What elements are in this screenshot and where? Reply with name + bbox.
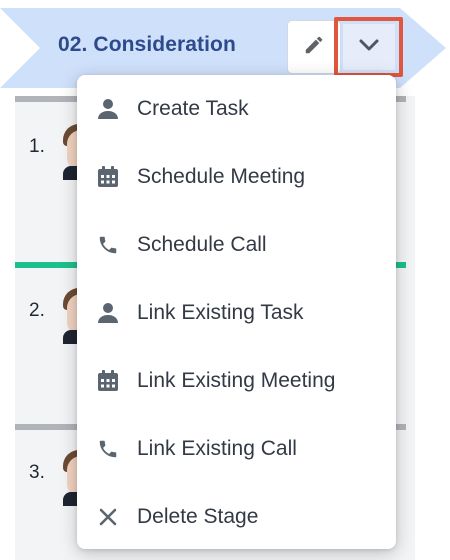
menu-item-label: Link Existing Meeting <box>137 369 336 392</box>
menu-item-label: Link Existing Task <box>137 301 304 324</box>
card-number: 1. <box>29 136 45 157</box>
menu-item-create-task[interactable]: Create Task <box>77 75 396 143</box>
menu-item-label: Schedule Call <box>137 233 267 256</box>
pencil-icon <box>303 34 325 61</box>
menu-item-link-existing-call[interactable]: Link Existing Call <box>77 415 396 483</box>
menu-item-link-existing-task[interactable]: Link Existing Task <box>77 279 396 347</box>
calendar-icon <box>77 347 137 415</box>
calendar-icon <box>77 143 137 211</box>
close-icon <box>77 483 137 551</box>
card-number: 2. <box>29 300 45 321</box>
chevron-down-icon <box>358 38 380 57</box>
edit-stage-button[interactable] <box>287 20 341 74</box>
menu-item-label: Schedule Meeting <box>137 165 306 188</box>
person-icon <box>77 279 137 347</box>
card-number: 3. <box>29 462 45 483</box>
person-icon <box>77 75 137 143</box>
stage-dropdown-button[interactable] <box>334 17 403 77</box>
phone-icon <box>77 211 137 279</box>
menu-item-schedule-meeting[interactable]: Schedule Meeting <box>77 143 396 211</box>
menu-item-delete-stage[interactable]: Delete Stage <box>77 483 396 551</box>
stage-title: 02. Consideration <box>58 33 236 56</box>
menu-item-label: Delete Stage <box>137 505 259 528</box>
stage-dropdown-toggle[interactable] <box>342 24 395 70</box>
menu-item-link-existing-meeting[interactable]: Link Existing Meeting <box>77 347 396 415</box>
stage-actions-menu: Create Task Schedule Meeting Schedule Ca… <box>77 75 396 549</box>
menu-item-schedule-call[interactable]: Schedule Call <box>77 211 396 279</box>
menu-item-label: Link Existing Call <box>137 437 297 460</box>
menu-item-label: Create Task <box>137 97 249 120</box>
phone-icon <box>77 415 137 483</box>
